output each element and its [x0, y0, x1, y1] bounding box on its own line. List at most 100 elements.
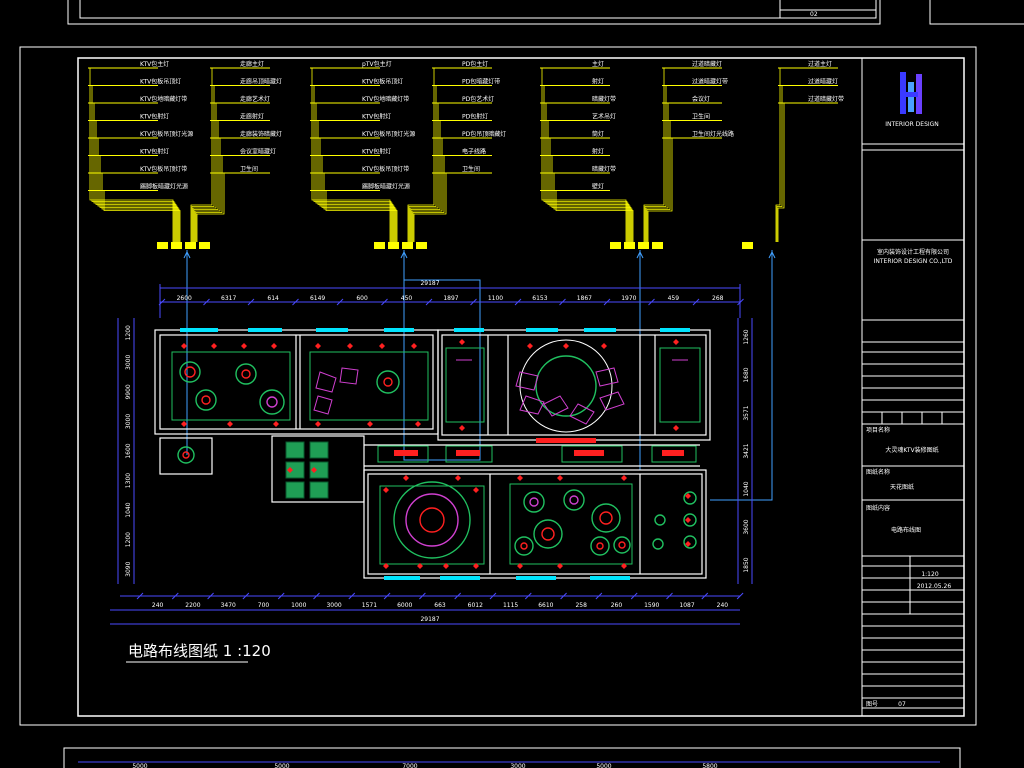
dimension-ticks — [136, 298, 744, 600]
legend-label: 过道暗藏灯带 — [808, 95, 844, 103]
junction-box — [416, 242, 427, 249]
top-sheet-number: 02 — [810, 11, 818, 18]
dimension-label: 1087 — [679, 602, 694, 609]
legend-label: KTV包板吊顶灯 — [362, 78, 403, 86]
dimension-label: 700 — [258, 602, 270, 609]
dimension-label: 1590 — [644, 602, 659, 609]
wire-run — [310, 190, 398, 242]
strip-dimension-label: 5000 — [274, 763, 289, 768]
downlight — [459, 425, 465, 431]
sheet-number: 07 — [898, 701, 906, 708]
downlight — [411, 343, 417, 349]
downlight — [557, 475, 563, 481]
legend-label: 卫生间 — [462, 165, 480, 173]
downlight — [473, 487, 479, 493]
windows — [180, 328, 690, 580]
dimension-label: 3090 — [125, 561, 132, 576]
dimension-label: 1115 — [503, 602, 518, 609]
sheet-label: 图纸内容 — [866, 504, 890, 512]
wiring-legend: KTV包主灯 KTV包板吊顶灯 KTV包地暗藏灯带 KTV包射灯 KTV包板吊顶灯光源 K… — [88, 60, 844, 249]
legend-label: KTV包板吊顶灯光源 — [362, 130, 415, 138]
legend-label: 会议室暗藏灯 — [240, 148, 276, 156]
junction-box — [185, 242, 196, 249]
cad-drawing: 02 5000 5000 7000 3000 5000 5800 KTV包主灯 KTV包板吊… — [19, 0, 1024, 768]
dimension-label: 1571 — [362, 602, 377, 609]
overall-dimension-bottom: 29187 — [420, 616, 439, 623]
downlight — [517, 475, 523, 481]
downlight-dots — [181, 339, 691, 569]
dimension-label: 6012 — [468, 602, 483, 609]
date-value: 2012.05.26 — [917, 583, 952, 590]
downlight — [527, 343, 533, 349]
junction-box — [638, 242, 649, 249]
company-name: 室内装饰设计工程有限公司 — [877, 248, 949, 256]
legend-label: KTV包板吊顶灯带 — [362, 165, 409, 173]
dimension-label: 1680 — [743, 367, 750, 382]
junction-box — [388, 242, 399, 249]
dimension-label: 6149 — [310, 295, 325, 302]
dimension-label: 1897 — [443, 295, 458, 302]
bottom-dimension-labels: 240 2200 3470 700 1000 3000 1571 6000 663 6012 111… — [152, 602, 728, 609]
legend-label: 过道暗藏灯 — [808, 78, 838, 86]
dimension-label: 6317 — [221, 295, 236, 302]
overall-dimension-top: 29187 — [420, 280, 439, 287]
legend-label: 暗藏灯带 — [592, 95, 616, 103]
downlight — [403, 475, 409, 481]
downlight — [455, 475, 461, 481]
legend-label: 艺术吊灯 — [592, 113, 616, 121]
legend-label: 走廊主灯 — [240, 60, 264, 68]
strip-dimension-label: 7000 — [402, 763, 417, 768]
strip-dimension-label: 5000 — [596, 763, 611, 768]
downlight — [415, 421, 421, 427]
legend-label: 射灯 — [592, 78, 604, 86]
wire-run — [88, 120, 177, 242]
wire-run — [310, 120, 394, 242]
downlight — [211, 343, 217, 349]
downlight — [673, 425, 679, 431]
legend-label: PD包射灯 — [462, 113, 488, 121]
feeder-arrows — [183, 250, 776, 259]
dimension-label: 3000 — [125, 414, 132, 429]
top-dimension-labels: 2600 6317 614 6149 600 450 1897 1100 6153 1867 197… — [177, 295, 724, 302]
legend-label: KTV包射灯 — [140, 113, 169, 121]
dimension-label: 240 — [152, 602, 164, 609]
dimension-label: 240 — [717, 602, 729, 609]
scale-value: 1:120 — [921, 571, 938, 578]
dimension-label: 1260 — [743, 329, 750, 344]
project-name: 大灵魂KTV装修图纸 — [885, 446, 938, 454]
dimension-label: 3000 — [125, 355, 132, 370]
dimension-label: 258 — [575, 602, 587, 609]
downlight — [673, 339, 679, 345]
downlight — [601, 343, 607, 349]
downlight — [181, 343, 187, 349]
junction-box — [402, 242, 413, 249]
legend-label: 壁灯 — [592, 183, 604, 191]
downlight — [347, 343, 353, 349]
dimension-label: 1040 — [743, 481, 750, 496]
legend-label: KTV包射灯 — [140, 148, 169, 156]
dimension-label: 1200 — [125, 532, 132, 547]
dimension-label: 1300 — [125, 473, 132, 488]
legend-label: 过道主灯 — [808, 60, 832, 68]
wire-run — [540, 120, 630, 242]
legend-label: 卫生间 — [240, 165, 258, 173]
junction-box — [157, 242, 168, 249]
dimension-label: 260 — [611, 602, 623, 609]
dimension-label: 3000 — [326, 602, 341, 609]
logo-caption: INTERIOR DESIGN — [885, 121, 939, 128]
dimension-label: 268 — [712, 295, 724, 302]
dimension-label: 1200 — [125, 325, 132, 340]
legend-label: KTV包地暗藏灯带 — [140, 95, 187, 103]
legend-label: 走廊艺术灯 — [240, 95, 270, 103]
project-label: 项目名称 — [866, 426, 890, 434]
dimension-label: 1600 — [125, 443, 132, 458]
downlight — [273, 421, 279, 427]
dimension-label: 1867 — [577, 295, 592, 302]
downlight — [227, 421, 233, 427]
legend-label: PD包吊顶暗藏灯 — [462, 130, 506, 138]
legend-group: KTV包主灯 KTV包板吊顶灯 KTV包地暗藏灯带 KTV包射灯 KTV包板吊顶灯光源 K… — [88, 60, 282, 249]
legend-label: 主灯 — [592, 60, 604, 68]
legend-group: 主灯射灯暗藏灯带艺术吊灯筒灯射灯暗藏灯带壁灯过道暗藏灯过道暗藏灯带会议灯卫生间卫… — [540, 60, 734, 249]
junction-box — [742, 242, 753, 249]
wire-run — [646, 120, 671, 242]
